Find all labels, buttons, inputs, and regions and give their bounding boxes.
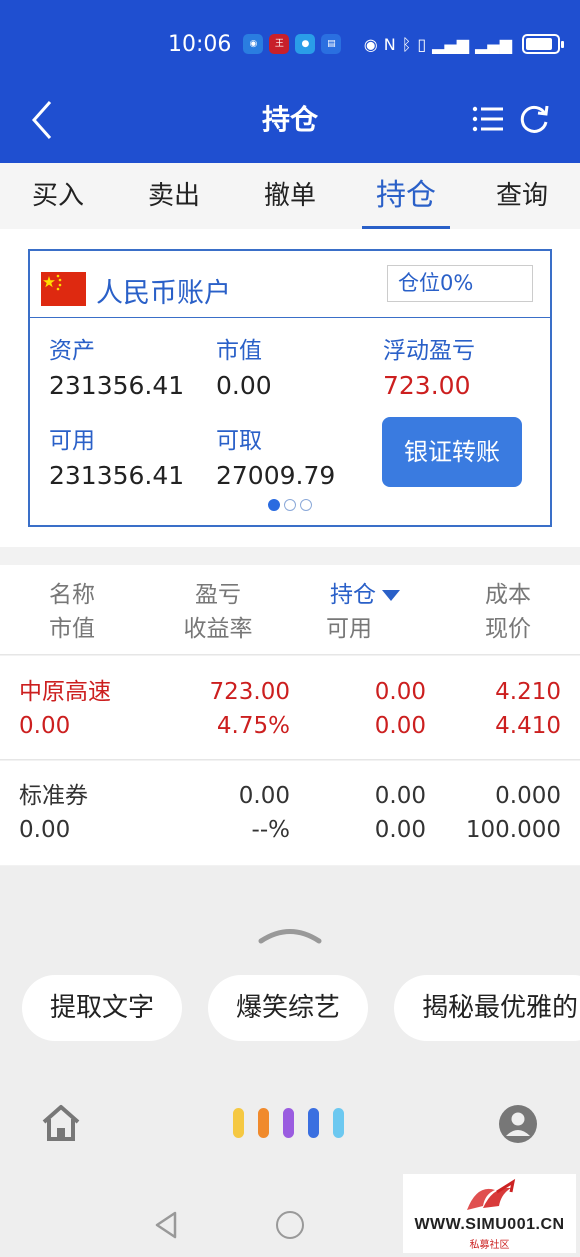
app-notification-icon: 王 — [269, 34, 290, 54]
eye-icon: ◉ — [363, 34, 378, 54]
tab-sell[interactable]: 卖出 — [116, 163, 232, 229]
home-icon[interactable] — [40, 1103, 82, 1143]
nfc-icon: N — [383, 34, 396, 54]
app-header: 10:06 ◉ 王 ● ▤ ◉ N ᛒ ▯ ▂▄▆ ▂▄▆ 持仓 — [0, 0, 580, 163]
assistant-bar — [283, 1108, 294, 1138]
assistant-bar — [233, 1108, 244, 1138]
column-header-pl[interactable]: 盈亏 收益率 — [168, 578, 268, 646]
header-price-label: 现价 — [485, 616, 531, 642]
stock-return-rate: 4.75% — [216, 713, 290, 739]
available-value: 231356.41 — [49, 461, 185, 490]
refresh-icon[interactable] — [519, 102, 551, 134]
stock-price: 4.410 — [495, 713, 561, 739]
stock-holding: 0.00 — [374, 679, 426, 705]
withdrawable-cell: 可取 27009.79 — [216, 421, 335, 490]
market-value-cell: 市值 0.00 — [216, 331, 272, 400]
assistant-bar — [258, 1108, 269, 1138]
vibrate-icon: ▯ — [417, 34, 427, 54]
stock-holding: 0.00 — [374, 783, 426, 809]
header-return-rate-label: 收益率 — [183, 616, 253, 642]
stock-price: 100.000 — [465, 817, 561, 843]
account-section: 人民币账户 仓位0% 资产 231356.41 市值 0.00 浮动盈亏 723… — [0, 229, 580, 547]
floating-pl-cell: 浮动盈亏 723.00 — [383, 331, 475, 400]
watermark: WWW.SIMU001.CN 私募社区 — [403, 1174, 576, 1253]
column-header-holding[interactable]: 持仓 可用 — [310, 578, 420, 646]
expand-handle-icon[interactable] — [258, 924, 322, 944]
suggestion-chip[interactable]: 提取文字 — [22, 975, 183, 1041]
page-indicator — [268, 499, 312, 511]
stock-available: 0.00 — [374, 817, 426, 843]
stock-cost: 0.000 — [495, 783, 561, 809]
header-pl-label: 盈亏 — [195, 582, 241, 608]
assets-cell: 资产 231356.41 — [49, 331, 184, 400]
nav-home-icon[interactable] — [276, 1211, 304, 1239]
table-row[interactable]: 中原高速 0.00 723.00 4.75% 0.00 0.00 4.210 4… — [0, 656, 580, 760]
voice-assistant-icon[interactable] — [233, 1108, 344, 1138]
bank-securities-transfer-button[interactable]: 银证转账 — [382, 417, 522, 487]
stock-market-value: 0.00 — [19, 817, 71, 843]
suggestion-chips: 提取文字 爆笑综艺 揭秘最优雅的 — [22, 975, 580, 1041]
column-header-cost[interactable]: 成本 现价 — [468, 578, 548, 646]
assistant-bar — [308, 1108, 319, 1138]
5g-signal-icon: ▂▄▆ — [432, 34, 470, 54]
china-flag-icon — [41, 272, 86, 306]
stock-market-value: 0.00 — [19, 713, 71, 739]
header-name-label: 名称 — [49, 582, 95, 608]
market-value-label: 市值 — [216, 338, 262, 364]
app-notification-icon: ▤ — [321, 34, 342, 54]
withdrawable-label: 可取 — [216, 428, 262, 454]
stock-name: 中原高速 — [19, 679, 111, 705]
watermark-url: WWW.SIMU001.CN — [414, 1216, 565, 1233]
assets-value: 231356.41 — [49, 371, 185, 400]
market-value-value: 0.00 — [216, 371, 272, 400]
stock-name: 标准券 — [19, 783, 88, 809]
table-row[interactable]: 标准券 0.00 0.00 --% 0.00 0.00 0.000 100.00… — [0, 761, 580, 865]
header-market-value-label: 市值 — [49, 616, 95, 642]
stock-return-rate: --% — [251, 817, 290, 843]
tab-cancel-order[interactable]: 撤单 — [232, 163, 348, 229]
assistant-bar — [333, 1108, 344, 1138]
available-cell: 可用 231356.41 — [49, 421, 184, 490]
stock-pl: 0.00 — [238, 783, 290, 809]
list-icon[interactable] — [472, 104, 504, 134]
available-label: 可用 — [49, 428, 95, 454]
positions-table-header: 名称 市值 盈亏 收益率 持仓 可用 成本 现价 — [0, 565, 580, 655]
stock-cost: 4.210 — [495, 679, 561, 705]
user-profile-icon[interactable] — [498, 1104, 538, 1144]
position-ratio-badge: 仓位0% — [387, 265, 533, 302]
watermark-logo — [467, 1178, 516, 1210]
page-dot — [284, 499, 296, 511]
header-holding-label: 持仓 — [330, 582, 376, 608]
account-card[interactable]: 人民币账户 仓位0% 资产 231356.41 市值 0.00 浮动盈亏 723… — [28, 249, 552, 527]
account-name: 人民币账户 — [96, 278, 231, 309]
4g-signal-icon: ▂▄▆ — [475, 34, 512, 54]
watermark-subtitle: 私募社区 — [469, 1240, 510, 1251]
message-notification-icon: ● — [295, 34, 316, 54]
nav-back-icon[interactable] — [153, 1210, 179, 1240]
status-time: 10:06 — [168, 31, 232, 57]
tab-buy[interactable]: 买入 — [0, 163, 116, 229]
floating-pl-value: 723.00 — [383, 371, 471, 400]
bluetooth-icon: ᛒ — [401, 34, 412, 54]
page-dot-active — [268, 499, 280, 511]
floating-pl-label: 浮动盈亏 — [383, 338, 475, 364]
status-bar: 10:06 ◉ 王 ● ▤ ◉ N ᛒ ▯ ▂▄▆ ▂▄▆ — [168, 28, 564, 60]
header-available-label: 可用 — [326, 616, 372, 642]
app-notification-icon: ◉ — [243, 34, 264, 54]
column-header-name[interactable]: 名称 市值 — [32, 578, 112, 646]
stock-pl: 723.00 — [209, 679, 290, 705]
suggestion-chip[interactable]: 爆笑综艺 — [208, 975, 369, 1041]
withdrawable-value: 27009.79 — [216, 461, 336, 490]
battery-icon — [522, 34, 564, 54]
page-dot — [300, 499, 312, 511]
tab-positions[interactable]: 持仓 — [348, 163, 464, 229]
header-cost-label: 成本 — [485, 582, 531, 608]
trade-tabs: 买入 卖出 撤单 持仓 查询 — [0, 163, 580, 229]
tab-query[interactable]: 查询 — [464, 163, 580, 229]
suggestion-chip[interactable]: 揭秘最优雅的 — [394, 975, 580, 1041]
account-card-header: 人民币账户 仓位0% — [30, 251, 550, 318]
stock-available: 0.00 — [374, 713, 426, 739]
sort-desc-icon — [382, 590, 400, 601]
assets-label: 资产 — [49, 338, 95, 364]
